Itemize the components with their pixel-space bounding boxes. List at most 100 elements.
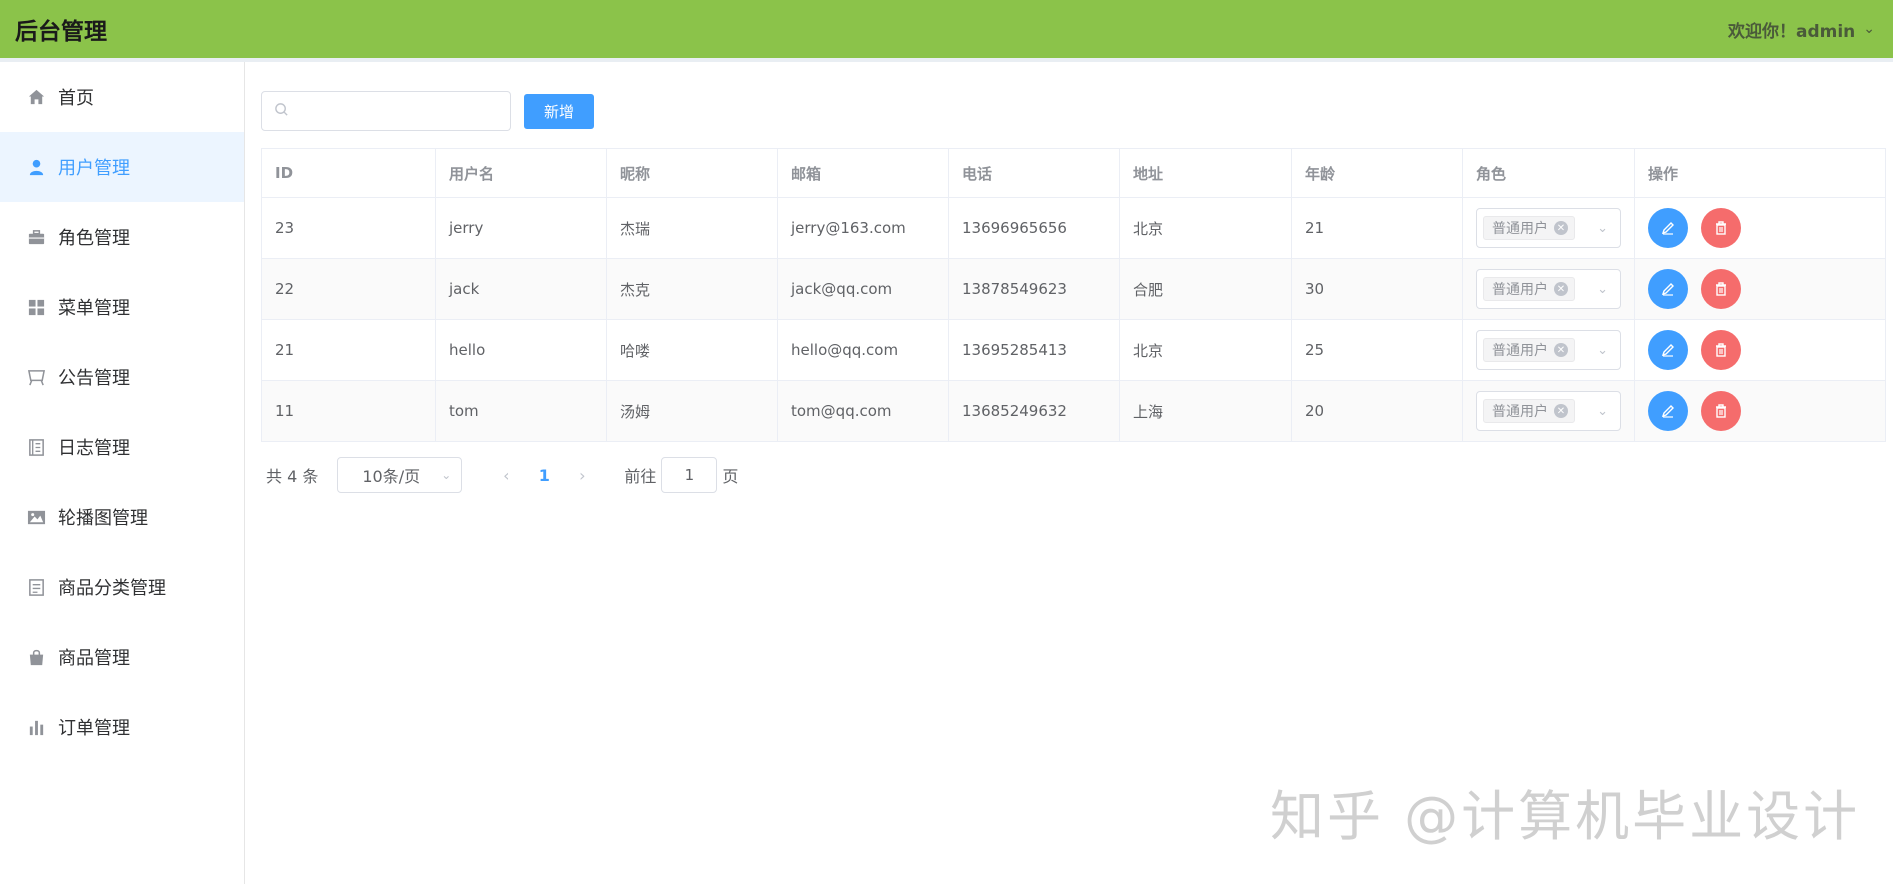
table-row: 23 jerry 杰瑞 jerry@163.com 13696965656 北京… [261, 197, 1886, 259]
cell-id: 23 [261, 197, 436, 259]
column-header-age: 年龄 [1291, 148, 1463, 198]
chevron-down-icon: ⌄ [441, 468, 452, 482]
cell-phone: 13696965656 [948, 197, 1120, 259]
page-number[interactable]: 1 [524, 466, 564, 485]
cell-email: tom@qq.com [777, 380, 949, 442]
cell-address: 北京 [1119, 197, 1292, 259]
sidebar: 首页 用户管理 角色管理 菜单管理 公告管理 日志管理 轮播图管理 商品分类管理… [0, 62, 245, 884]
sidebar-item-menus[interactable]: 菜单管理 [0, 272, 244, 342]
delete-button[interactable] [1701, 269, 1741, 309]
chevron-down-icon: ⌄ [1597, 403, 1608, 419]
sidebar-item-label: 菜单管理 [58, 298, 130, 319]
role-tag: 普通用户 ✕ [1483, 399, 1575, 423]
search-icon [274, 102, 289, 121]
page-size-value: 10条/页 [362, 467, 421, 486]
sidebar-item-carousel[interactable]: 轮播图管理 [0, 482, 244, 552]
home-icon [26, 87, 46, 107]
next-page-button[interactable]: › [564, 466, 600, 485]
chevron-down-icon: ⌄ [1597, 281, 1608, 297]
user-menu[interactable]: 欢迎你！admin ⌄ [1728, 17, 1875, 42]
briefcase-icon [26, 227, 46, 247]
board-icon [26, 367, 46, 387]
role-select[interactable]: 普通用户 ✕ ⌄ [1476, 269, 1621, 309]
user-table: ID 用户名 昵称 邮箱 电话 地址 年龄 角色 操作 23 jerry 杰瑞 … [261, 148, 1886, 442]
goto-suffix: 页 [722, 467, 739, 486]
trash-icon [1716, 282, 1726, 296]
cell-role: 普通用户 ✕ ⌄ [1462, 319, 1635, 381]
page-size-select[interactable]: 10条/页 ⌄ [337, 457, 463, 493]
sidebar-item-label: 公告管理 [58, 368, 130, 389]
role-tag: 普通用户 ✕ [1483, 216, 1575, 240]
search-input[interactable] [297, 93, 497, 129]
cell-username: jerry [435, 197, 607, 259]
edit-button[interactable] [1648, 391, 1688, 431]
cell-email: jack@qq.com [777, 258, 949, 320]
pagination: 共 4 条 10条/页 ⌄ ‹ 1 › 前往 页 [266, 457, 738, 493]
role-tag-label: 普通用户 [1492, 282, 1548, 298]
watermark: 知乎 @计算机毕业设计 [1270, 785, 1861, 848]
cell-role: 普通用户 ✕ ⌄ [1462, 197, 1635, 259]
role-tag-label: 普通用户 [1492, 343, 1548, 359]
delete-button[interactable] [1701, 330, 1741, 370]
cell-email: jerry@163.com [777, 197, 949, 259]
cell-nickname: 哈喽 [606, 319, 778, 381]
chevron-down-icon: ⌄ [1597, 342, 1608, 358]
cell-nickname: 杰克 [606, 258, 778, 320]
cell-id: 22 [261, 258, 436, 320]
column-header-nickname: 昵称 [606, 148, 778, 198]
cell-nickname: 杰瑞 [606, 197, 778, 259]
cell-id: 21 [261, 319, 436, 381]
sidebar-item-home[interactable]: 首页 [0, 62, 244, 132]
tag-close-icon[interactable]: ✕ [1554, 221, 1568, 235]
cell-role: 普通用户 ✕ ⌄ [1462, 380, 1635, 442]
sidebar-item-label: 订单管理 [58, 718, 130, 739]
cell-phone: 13685249632 [948, 380, 1120, 442]
toolbar: 新增 [261, 91, 594, 131]
sidebar-item-label: 用户管理 [58, 158, 130, 179]
cell-address: 合肥 [1119, 258, 1292, 320]
grid-icon [26, 297, 46, 317]
search-box[interactable] [261, 91, 511, 131]
tag-close-icon[interactable]: ✕ [1554, 343, 1568, 357]
edit-icon [1661, 405, 1674, 418]
cell-address: 北京 [1119, 319, 1292, 381]
tag-close-icon[interactable]: ✕ [1554, 282, 1568, 296]
main-content: 新增 ID 用户名 昵称 邮箱 电话 地址 年龄 角色 操作 23 jerry … [246, 62, 1893, 884]
sidebar-item-roles[interactable]: 角色管理 [0, 202, 244, 272]
delete-button[interactable] [1701, 208, 1741, 248]
sidebar-item-categories[interactable]: 商品分类管理 [0, 552, 244, 622]
table-header-row: ID 用户名 昵称 邮箱 电话 地址 年龄 角色 操作 [261, 148, 1886, 198]
brand-title: 后台管理 [15, 19, 107, 45]
edit-button[interactable] [1648, 208, 1688, 248]
edit-icon [1661, 222, 1674, 235]
column-header-phone: 电话 [948, 148, 1120, 198]
sidebar-item-products[interactable]: 商品管理 [0, 622, 244, 692]
table-row: 22 jack 杰克 jack@qq.com 13878549623 合肥 30… [261, 258, 1886, 320]
prev-page-button[interactable]: ‹ [488, 466, 524, 485]
edit-button[interactable] [1648, 330, 1688, 370]
role-select[interactable]: 普通用户 ✕ ⌄ [1476, 208, 1621, 248]
goto-page-input[interactable] [661, 457, 718, 493]
edit-icon [1661, 344, 1674, 357]
sidebar-item-notices[interactable]: 公告管理 [0, 342, 244, 412]
sidebar-item-orders[interactable]: 订单管理 [0, 692, 244, 762]
tag-close-icon[interactable]: ✕ [1554, 404, 1568, 418]
role-tag-label: 普通用户 [1492, 221, 1548, 237]
delete-button[interactable] [1701, 391, 1741, 431]
sidebar-item-label: 商品分类管理 [58, 578, 166, 599]
role-tag: 普通用户 ✕ [1483, 338, 1575, 362]
edit-button[interactable] [1648, 269, 1688, 309]
role-select[interactable]: 普通用户 ✕ ⌄ [1476, 330, 1621, 370]
role-tag-label: 普通用户 [1492, 404, 1548, 420]
table-row: 11 tom 汤姆 tom@qq.com 13685249632 上海 20 普… [261, 380, 1886, 442]
goto-prefix: 前往 [624, 467, 657, 486]
picture-icon [26, 507, 46, 527]
chevron-down-icon: ⌄ [1597, 220, 1608, 236]
sidebar-item-label: 角色管理 [58, 228, 130, 249]
cell-address: 上海 [1119, 380, 1292, 442]
add-button[interactable]: 新增 [524, 93, 594, 129]
role-select[interactable]: 普通用户 ✕ ⌄ [1476, 391, 1621, 431]
sidebar-item-logs[interactable]: 日志管理 [0, 412, 244, 482]
sidebar-item-users[interactable]: 用户管理 [0, 132, 244, 202]
cell-actions [1634, 258, 1886, 320]
